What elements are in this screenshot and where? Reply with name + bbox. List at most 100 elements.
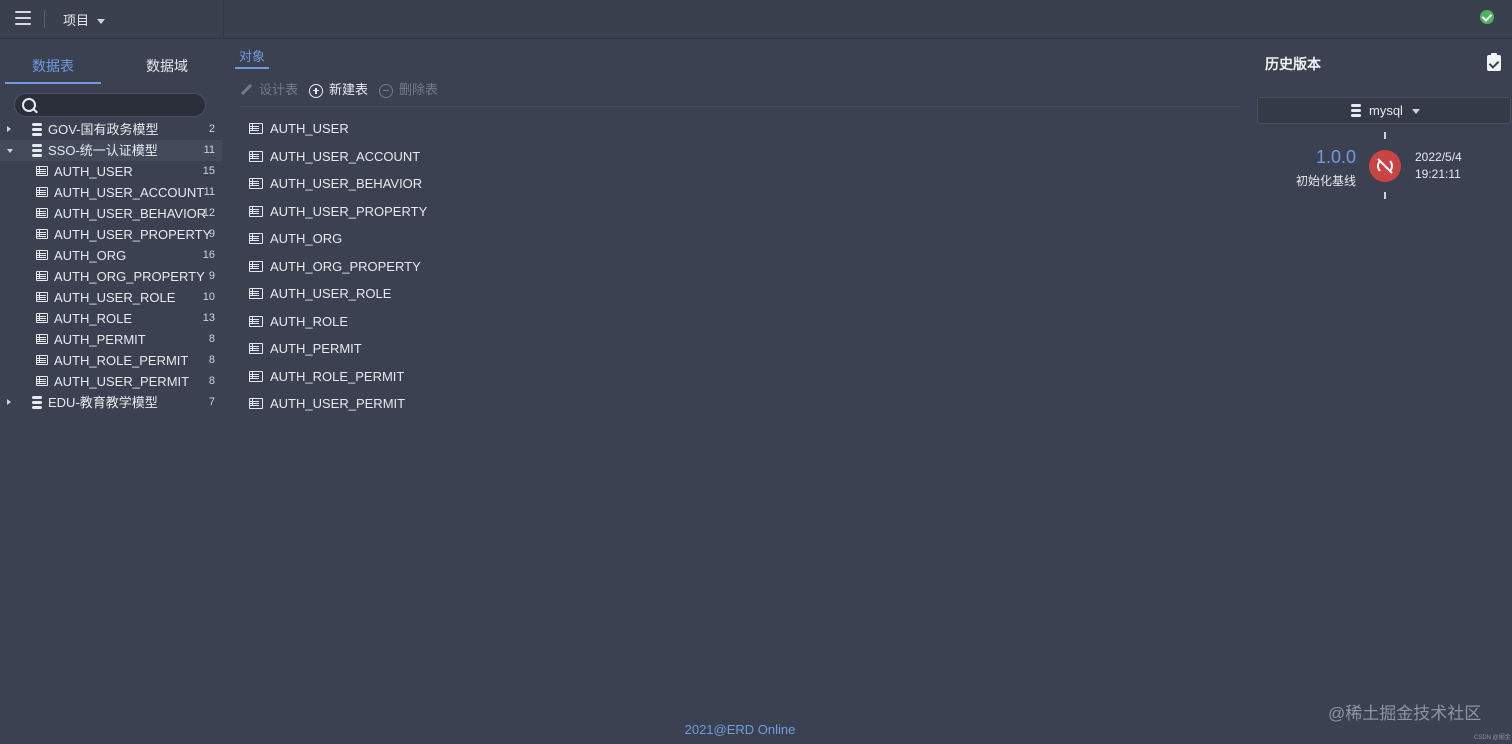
new-table-label: 新建表 <box>329 82 369 97</box>
table-icon <box>249 123 263 134</box>
project-dropdown-label: 项目 <box>63 13 90 28</box>
clipboard-check-icon[interactable] <box>1487 53 1501 71</box>
delete-table-button[interactable]: 删除表 <box>379 80 438 100</box>
tree-node-count: 8 <box>208 333 215 345</box>
table-icon <box>249 178 263 189</box>
tree-node-count: 13 <box>202 312 215 324</box>
database-icon <box>32 123 42 136</box>
tree-node-label: AUTH_ROLE <box>54 311 133 326</box>
tree-node-label: AUTH_PERMIT <box>54 332 146 347</box>
design-table-label: 设计表 <box>259 82 299 97</box>
pencil-icon <box>240 83 253 96</box>
tree-node-label: AUTH_USER_ACCOUNT <box>54 185 205 200</box>
tree-node-label: AUTH_USER_BEHAVIOR <box>54 206 207 221</box>
tree-node-count: 11 <box>203 186 215 198</box>
footer: 2021@ERD Online <box>684 722 796 737</box>
project-dropdown[interactable]: 项目 <box>63 10 106 29</box>
tree-model-node[interactable]: EDU-教育教学模型 7 <box>0 392 222 413</box>
db-type-value: mysql <box>1369 103 1403 118</box>
tree-node-label: AUTH_USER <box>54 164 133 179</box>
tree-table-node[interactable]: AUTH_USER_PERMIT 8 <box>0 371 222 392</box>
search-icon <box>22 98 36 112</box>
tree-node-count: 16 <box>202 249 215 261</box>
tree-model-node[interactable]: GOV-国有政务模型 2 <box>0 119 222 140</box>
design-table-button[interactable]: 设计表 <box>240 80 298 100</box>
table-icon <box>249 288 263 299</box>
check-circle-icon[interactable] <box>1480 10 1494 24</box>
object-name: AUTH_ORG <box>270 231 343 246</box>
delete-table-label: 删除表 <box>399 82 439 97</box>
table-icon <box>249 260 263 272</box>
tree-node-label: AUTH_USER_PROPERTY <box>54 227 212 242</box>
tree-node-count: 9 <box>208 228 215 240</box>
object-name: AUTH_ROLE_PERMIT <box>270 368 405 384</box>
tree-node-label: AUTH_ORG <box>54 248 127 263</box>
tab-objects[interactable]: 对象 <box>235 48 269 69</box>
tree-node-label: SSO-统一认证模型 <box>48 143 158 158</box>
tree-table-node[interactable]: AUTH_ORG 16 <box>0 245 222 266</box>
tree-table-node[interactable]: AUTH_ROLE_PERMIT 8 <box>0 350 222 371</box>
timeline-line <box>1384 132 1386 139</box>
table-icon <box>36 355 48 365</box>
hamburger-menu-icon[interactable] <box>15 11 31 25</box>
tree-node-label: AUTH_USER_ROLE <box>54 290 176 305</box>
top-bar: 项目 <box>0 0 1512 39</box>
tree-table-node[interactable]: AUTH_ROLE 13 <box>0 308 222 329</box>
table-icon <box>36 250 48 260</box>
object-name: AUTH_ROLE <box>270 313 349 329</box>
tree-node-label: AUTH_ROLE_PERMIT <box>54 353 189 368</box>
caret-right-icon[interactable] <box>7 126 11 132</box>
tree-table-node[interactable]: AUTH_USER_ROLE 10 <box>0 287 222 308</box>
tree-table-node[interactable]: AUTH_PERMIT 8 <box>0 329 222 350</box>
tree-model-node[interactable]: SSO-统一认证模型 11 <box>0 140 222 161</box>
left-tabs: 数据表 数据域 <box>5 52 215 84</box>
tree-table-node[interactable]: AUTH_ORG_PROPERTY 9 <box>0 266 222 287</box>
model-tree: GOV-国有政务模型 2 SSO-统一认证模型 11 AUTH_USER 15 AUTH_U… <box>0 119 222 413</box>
search-input[interactable] <box>43 96 197 116</box>
object-name: AUTH_USER <box>270 121 349 136</box>
tree-node-label: AUTH_ORG_PROPERTY <box>54 269 205 284</box>
table-icon <box>249 150 263 162</box>
search-box[interactable] <box>14 93 206 117</box>
new-table-button[interactable]: 新建表 <box>309 80 368 100</box>
tree-table-node[interactable]: AUTH_USER_ACCOUNT 11 <box>0 182 222 203</box>
version-time: 19:21:11 <box>1415 167 1461 181</box>
table-icon <box>36 166 48 176</box>
tree-node-count: 12 <box>202 207 215 219</box>
version-description: 初始化基线 <box>1295 174 1356 188</box>
object-name: AUTH_USER_ROLE <box>270 286 392 301</box>
tree-node-count: 2 <box>208 123 215 135</box>
tab-data-tables[interactable]: 数据表 <box>5 52 101 84</box>
minus-circle-icon <box>379 83 393 98</box>
object-toolbar: 设计表 新建表 删除表 <box>240 80 1240 100</box>
tree-table-node[interactable]: AUTH_USER_PROPERTY 9 <box>0 224 222 245</box>
object-name: AUTH_USER_ACCOUNT <box>270 148 421 164</box>
history-title: 历史版本 <box>1265 56 1321 72</box>
top-bar-left: 项目 <box>0 0 224 38</box>
database-icon <box>1351 104 1361 117</box>
object-name: AUTH_PERMIT <box>270 341 362 356</box>
sync-disabled-icon[interactable] <box>1369 150 1401 182</box>
table-icon <box>36 187 48 197</box>
db-type-select[interactable]: mysql <box>1257 97 1511 124</box>
watermark-small: CSDN @掘金 <box>1474 735 1511 741</box>
divider <box>44 10 45 28</box>
version-number[interactable]: 1.0.0 <box>1300 147 1356 168</box>
tree-node-count: 11 <box>203 144 215 156</box>
watermark: @稀土掘金技术社区 <box>1328 704 1482 723</box>
tree-node-count: 9 <box>208 270 215 282</box>
version-date: 2022/5/4 <box>1415 150 1462 164</box>
tab-data-domains[interactable]: 数据域 <box>119 52 215 82</box>
table-icon <box>36 271 48 281</box>
tree-node-label: EDU-教育教学模型 <box>48 395 158 410</box>
divider <box>240 106 1240 107</box>
table-icon <box>249 370 263 382</box>
tree-table-node[interactable]: AUTH_USER_BEHAVIOR 12 <box>0 203 222 224</box>
caret-down-icon[interactable] <box>7 149 13 153</box>
caret-right-icon[interactable] <box>7 399 11 405</box>
tree-table-node[interactable]: AUTH_USER 15 <box>0 161 222 182</box>
table-icon <box>36 229 48 239</box>
timeline-line <box>1384 192 1386 199</box>
plus-circle-icon <box>309 83 323 98</box>
table-icon <box>249 315 263 327</box>
